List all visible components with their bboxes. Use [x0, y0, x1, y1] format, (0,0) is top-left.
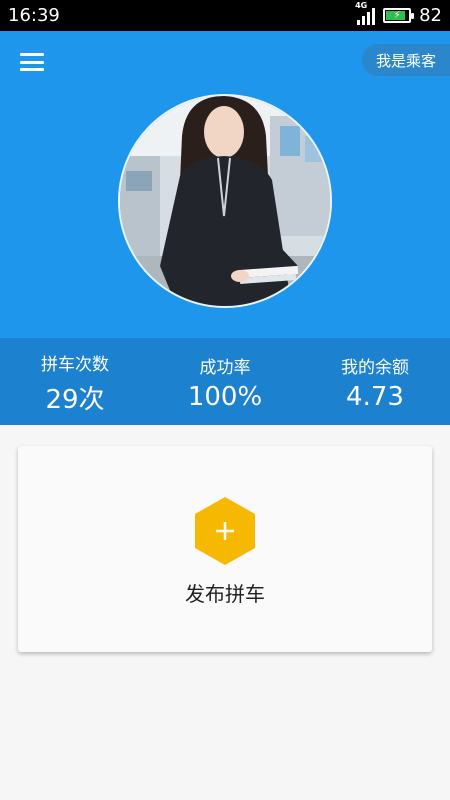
- status-indicators: 4G ⚡ 82: [355, 1, 442, 27]
- stat-label: 我的余额: [341, 358, 409, 378]
- stat-label: 拼车次数: [41, 354, 109, 375]
- status-bar: 16:39 4G ⚡ 82: [0, 0, 450, 31]
- stat-value: 4.73: [346, 382, 404, 412]
- battery-icon: ⚡: [383, 8, 415, 23]
- publish-label: 发布拼车: [185, 582, 265, 606]
- status-time: 16:39: [8, 5, 60, 26]
- role-switch-button[interactable]: 我是乘客: [362, 44, 450, 76]
- hamburger-menu-icon[interactable]: [20, 53, 44, 71]
- stat-success-rate[interactable]: 成功率 100%: [160, 351, 290, 412]
- cell-signal-icon: 4G: [355, 1, 376, 25]
- plus-hexagon-icon[interactable]: [193, 497, 257, 565]
- stats-row: 拼车次数 29次 成功率 100% 我的余额 4.73: [0, 338, 450, 425]
- stat-balance[interactable]: 我的余额 4.73: [310, 351, 440, 412]
- stat-value: 100%: [187, 382, 263, 412]
- stat-ride-count[interactable]: 拼车次数 29次: [10, 348, 140, 416]
- avatar[interactable]: [118, 94, 332, 308]
- publish-card[interactable]: 发布拼车: [18, 446, 432, 652]
- network-type: 4G: [355, 0, 368, 10]
- profile-header: 我是乘客: [0, 31, 450, 338]
- stat-label: 成功率: [199, 358, 251, 378]
- stat-value: 29次: [45, 384, 105, 415]
- battery-level: 82: [419, 5, 442, 26]
